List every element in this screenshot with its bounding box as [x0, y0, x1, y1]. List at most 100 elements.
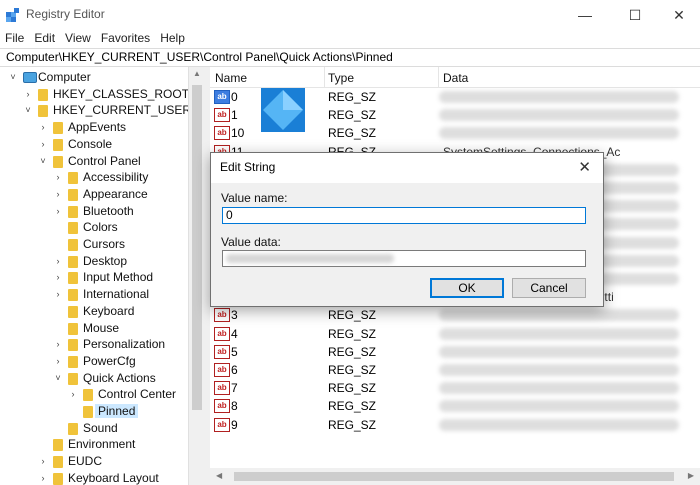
close-button[interactable]: ✕ — [656, 0, 700, 30]
tree-item[interactable]: › Appearance — [0, 186, 188, 203]
expand-icon[interactable]: › — [38, 122, 48, 132]
menu-edit[interactable]: Edit — [29, 30, 60, 48]
tree-item[interactable]: › HKEY_CLASSES_ROOT — [0, 86, 188, 103]
tree-item[interactable]: Mouse — [0, 320, 188, 337]
tree-item-label: Accessibility — [83, 170, 149, 185]
tree-item[interactable]: › Personalization — [0, 336, 188, 353]
tree-item-label: Input Method — [83, 270, 154, 285]
tree-item[interactable]: ˅ Control Panel — [0, 153, 188, 170]
expand-icon[interactable]: › — [53, 172, 63, 182]
column-type[interactable]: Type — [328, 71, 354, 85]
tree-item[interactable]: › Control Center — [0, 386, 188, 403]
tree-scrollbar[interactable]: ▲ — [188, 67, 205, 485]
tree-item[interactable]: › Bluetooth — [0, 203, 188, 220]
folder-icon — [53, 456, 63, 469]
column-name[interactable]: Name — [215, 71, 247, 85]
expand-icon[interactable]: › — [53, 289, 63, 299]
tree-item[interactable]: › PowerCfg — [0, 353, 188, 370]
value-row[interactable]: ab 9 REG_SZ — [210, 416, 700, 434]
tree-item[interactable]: ˅ HKEY_CURRENT_USER — [0, 102, 188, 119]
value-type: REG_SZ — [328, 344, 377, 359]
value-name: 7 — [231, 381, 238, 396]
expand-icon[interactable]: › — [38, 139, 48, 149]
tree-item-label: Console — [68, 136, 113, 151]
tree-item[interactable]: › Console — [0, 136, 188, 153]
cancel-button[interactable]: Cancel — [512, 278, 586, 298]
tree-scroll-thumb[interactable] — [192, 85, 202, 410]
collapse-icon[interactable]: ˅ — [53, 373, 63, 383]
ok-button[interactable]: OK — [430, 278, 504, 298]
value-name-field[interactable]: 0 — [222, 207, 586, 224]
menu-favorites[interactable]: Favorites — [96, 30, 155, 48]
tree-item[interactable]: › Accessibility — [0, 169, 188, 186]
expand-icon[interactable]: › — [38, 456, 48, 466]
folder-icon — [68, 222, 78, 235]
expand-icon[interactable]: › — [68, 389, 78, 399]
folder-icon — [68, 172, 78, 185]
expand-icon[interactable]: › — [53, 272, 63, 282]
value-data-redacted — [439, 127, 679, 140]
title-bar: Registry Editor — ☐ ✕ — [0, 0, 700, 30]
tree-item[interactable]: › Keyboard Layout — [0, 470, 188, 485]
value-type: REG_SZ — [328, 90, 377, 104]
tree-item[interactable]: › International — [0, 286, 188, 303]
expand-icon[interactable]: › — [23, 89, 33, 99]
tree-item[interactable]: › Input Method — [0, 269, 188, 286]
tree-item[interactable]: › Desktop — [0, 253, 188, 270]
menu-bar: File Edit View Favorites Help — [0, 30, 700, 48]
tree-item-label: Environment — [68, 437, 136, 452]
value-name: 10 — [231, 126, 245, 141]
minimize-button[interactable]: — — [562, 0, 608, 30]
tree-item[interactable]: Sound — [0, 420, 188, 437]
maximize-button[interactable]: ☐ — [612, 0, 658, 30]
tree-item[interactable]: Environment — [0, 436, 188, 453]
collapse-icon[interactable]: ˅ — [23, 105, 33, 115]
string-value-icon: ab — [214, 363, 230, 377]
folder-icon — [83, 389, 93, 402]
tree-item-label: PowerCfg — [83, 353, 136, 368]
value-data-field[interactable] — [222, 250, 586, 267]
expand-icon[interactable]: › — [53, 339, 63, 349]
expand-icon[interactable]: › — [38, 473, 48, 483]
menu-file[interactable]: File — [0, 30, 29, 48]
scroll-up-icon[interactable]: ▲ — [193, 69, 201, 78]
value-row[interactable]: ab 8 REG_SZ — [210, 397, 700, 415]
folder-icon — [53, 122, 63, 135]
value-data-redacted — [439, 364, 679, 376]
dialog-title: Edit String — [220, 160, 276, 174]
address-bar[interactable]: Computer\HKEY_CURRENT_USER\Control Panel… — [0, 48, 700, 67]
value-data-redacted — [439, 382, 679, 395]
column-data[interactable]: Data — [443, 71, 468, 85]
scroll-left-icon[interactable]: ◀ — [216, 471, 222, 480]
tree-item[interactable]: Keyboard — [0, 303, 188, 320]
expand-icon[interactable]: › — [53, 206, 63, 216]
tree-item-label: Desktop — [83, 253, 128, 268]
tree-item[interactable]: Cursors — [0, 236, 188, 253]
value-row[interactable]: ab 3 REG_SZ — [210, 306, 700, 324]
tree-item[interactable]: Colors — [0, 219, 188, 236]
tree-item-label: Colors — [83, 220, 118, 235]
value-data-redacted — [439, 418, 679, 431]
tree-item[interactable]: Pinned — [0, 403, 188, 420]
list-hscroll-thumb[interactable] — [234, 472, 674, 481]
value-row[interactable]: ab 4 REG_SZ — [210, 325, 700, 343]
collapse-icon[interactable]: ˅ — [8, 72, 18, 82]
scroll-right-icon[interactable]: ▶ — [688, 471, 694, 480]
expand-icon[interactable]: › — [53, 189, 63, 199]
expand-icon[interactable]: › — [53, 256, 63, 266]
menu-view[interactable]: View — [60, 30, 96, 48]
list-hscrollbar[interactable]: ◀ ▶ — [210, 468, 700, 485]
menu-help[interactable]: Help — [155, 30, 190, 48]
tree-item[interactable]: ˅ Computer — [0, 69, 188, 86]
tree-item[interactable]: › EUDC — [0, 453, 188, 470]
collapse-icon[interactable]: ˅ — [38, 156, 48, 166]
tree-item[interactable]: ˅ Quick Actions — [0, 370, 188, 387]
expand-icon[interactable]: › — [53, 356, 63, 366]
value-row[interactable]: ab 6 REG_SZ — [210, 361, 700, 379]
value-row[interactable]: ab 7 REG_SZ — [210, 379, 700, 397]
value-row[interactable]: ab 5 REG_SZ — [210, 343, 700, 361]
folder-icon — [83, 406, 93, 418]
value-data-redacted — [439, 400, 679, 413]
tree-item[interactable]: › AppEvents — [0, 119, 188, 136]
dialog-close-icon[interactable]: ✕ — [578, 158, 591, 176]
